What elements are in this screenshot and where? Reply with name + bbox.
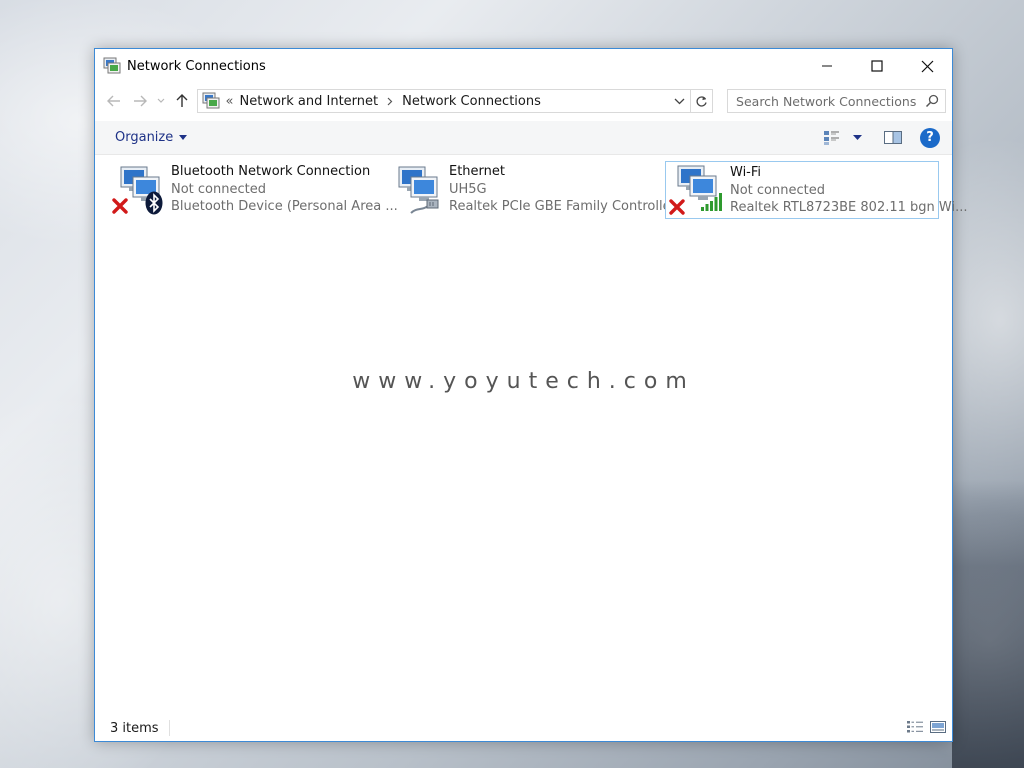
status-bar: 3 items	[95, 715, 952, 741]
wifi-signal-icon	[701, 193, 722, 211]
organize-button[interactable]: Organize	[115, 130, 188, 145]
help-icon: ?	[926, 130, 934, 145]
breadcrumb-separator-icon[interactable]	[387, 97, 393, 106]
title-bar[interactable]: Network Connections	[95, 49, 952, 83]
chevron-down-icon	[157, 98, 165, 103]
details-view-icon	[824, 130, 839, 145]
search-icon[interactable]	[925, 94, 939, 111]
status-divider	[168, 720, 170, 736]
view-options-dropdown[interactable]	[853, 126, 862, 150]
search-input[interactable]	[736, 93, 917, 109]
connections-list: Bluetooth Network Connection Not connect…	[95, 155, 967, 715]
back-button[interactable]	[101, 88, 127, 114]
watermark-text: www.yoyutech.com	[352, 369, 695, 394]
back-arrow-icon	[106, 95, 120, 107]
forward-arrow-icon	[133, 95, 147, 107]
connection-details: Ethernet UH5G Realtek PCIe GBE Family Co…	[447, 163, 676, 216]
help-button[interactable]: ?	[920, 127, 940, 148]
change-view-button[interactable]	[823, 126, 841, 150]
connection-name: Bluetooth Network Connection	[171, 164, 371, 179]
connection-details: Wi-Fi Not connected Realtek RTL8723BE 80…	[728, 164, 967, 217]
organize-label: Organize	[115, 130, 174, 145]
minimize-icon	[822, 65, 832, 67]
connection-device: Realtek PCIe GBE Family Controller	[449, 199, 676, 214]
connection-details: Bluetooth Network Connection Not connect…	[169, 163, 398, 216]
close-button[interactable]	[902, 49, 952, 83]
error-x-icon	[669, 199, 685, 215]
connection-name: Ethernet	[449, 164, 505, 179]
command-toolbar: Organize ?	[95, 121, 952, 155]
bluetooth-icon	[145, 191, 163, 215]
breadcrumb-overflow[interactable]: «	[226, 94, 234, 109]
view-toggle-group	[906, 720, 946, 734]
error-x-icon	[112, 198, 128, 214]
address-bar[interactable]: « Network and Internet Network Connectio…	[196, 89, 692, 113]
up-button[interactable]	[169, 88, 195, 114]
up-arrow-icon	[176, 94, 188, 107]
item-count: 3 items	[110, 720, 159, 736]
refresh-button[interactable]	[691, 89, 714, 113]
forward-button[interactable]	[127, 88, 153, 114]
ethernet-cable-icon	[410, 199, 439, 214]
caret-down-icon	[853, 135, 862, 140]
connection-item-wifi[interactable]: Wi-Fi Not connected Realtek RTL8723BE 80…	[665, 161, 967, 219]
maximize-icon	[871, 60, 883, 72]
connection-device: Realtek RTL8723BE 802.11 bgn Wi...	[730, 200, 968, 215]
minimize-button[interactable]	[802, 49, 852, 83]
preview-pane-icon	[884, 131, 902, 144]
chevron-down-icon	[674, 98, 685, 104]
search-box[interactable]	[727, 89, 946, 113]
network-adapter-icon	[111, 163, 169, 217]
network-adapter-icon	[669, 164, 728, 218]
details-view-icon[interactable]	[906, 720, 924, 734]
breadcrumb-network-connections[interactable]: Network Connections	[402, 94, 541, 109]
close-icon	[921, 60, 933, 72]
navigation-bar: « Network and Internet Network Connectio…	[95, 83, 952, 119]
preview-pane-button[interactable]	[884, 126, 902, 150]
connection-device: Bluetooth Device (Personal Area ...	[171, 199, 398, 214]
recent-locations-button[interactable]	[153, 88, 169, 114]
breadcrumb-network-and-internet[interactable]: Network and Internet	[240, 94, 379, 109]
network-connections-icon	[202, 92, 220, 109]
refresh-icon	[696, 95, 707, 107]
connection-status: Not connected	[730, 182, 825, 198]
large-icons-view-icon[interactable]	[930, 720, 946, 734]
network-connections-icon	[103, 57, 121, 74]
network-adapter-icon	[389, 163, 447, 217]
connection-status: Not connected	[171, 181, 266, 197]
address-history-button[interactable]	[668, 90, 690, 112]
maximize-button[interactable]	[852, 49, 902, 83]
connection-item-bluetooth[interactable]: Bluetooth Network Connection Not connect…	[107, 161, 398, 219]
caret-down-icon	[179, 135, 188, 140]
connection-item-ethernet[interactable]: Ethernet UH5G Realtek PCIe GBE Family Co…	[385, 161, 676, 219]
network-connections-window: Network Connections « Network and Intern…	[94, 48, 967, 742]
desktop-trees	[952, 480, 1024, 768]
connection-status: UH5G	[449, 181, 487, 197]
connection-name: Wi-Fi	[730, 165, 762, 180]
window-title: Network Connections	[127, 58, 266, 74]
